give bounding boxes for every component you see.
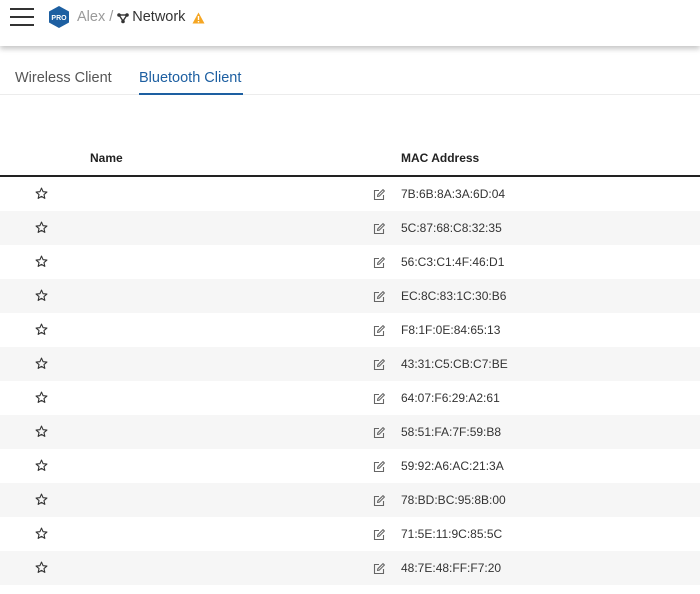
table-row[interactable]: 48:7E:48:FF:F7:20 [0, 551, 700, 585]
table-row[interactable]: 43:31:C5:CB:C7:BE [0, 347, 700, 381]
mac-address: 43:31:C5:CB:C7:BE [401, 357, 508, 371]
column-header-name[interactable]: Name [90, 151, 123, 165]
mac-address: 7B:6B:8A:3A:6D:04 [401, 187, 506, 201]
breadcrumb-current: Network [132, 9, 186, 25]
star-icon[interactable] [35, 561, 48, 574]
table-row[interactable]: 78:BD:BC:95:8B:00 [0, 483, 700, 517]
edit-icon[interactable] [373, 324, 385, 337]
star-icon[interactable] [35, 391, 48, 404]
mac-address: 5C:87:68:C8:32:35 [401, 221, 502, 235]
tab-bluetooth-client[interactable]: Bluetooth Client [139, 69, 241, 87]
mac-address: 64:07:F6:29:A2:61 [401, 391, 500, 405]
star-icon[interactable] [35, 255, 48, 268]
edit-icon[interactable] [373, 256, 385, 269]
star-icon[interactable] [35, 459, 48, 472]
mac-address: 78:BD:BC:95:8B:00 [401, 493, 506, 507]
edit-icon[interactable] [373, 562, 385, 575]
mac-address: EC:8C:83:1C:30:B6 [401, 289, 507, 303]
mac-address: 58:51:FA:7F:59:B8 [401, 425, 502, 439]
app-header: PRO Alex / Network [0, 0, 700, 46]
mac-address: 71:5E:11:9C:85:5C [401, 527, 503, 541]
breadcrumb-separator: / [109, 9, 114, 25]
star-icon[interactable] [35, 493, 48, 506]
column-header-mac-address[interactable]: MAC Address [401, 151, 479, 165]
edit-icon[interactable] [373, 460, 385, 473]
edit-icon[interactable] [373, 358, 385, 371]
table-row[interactable]: 71:5E:11:9C:85:5C [0, 517, 700, 551]
edit-icon[interactable] [373, 392, 385, 405]
table-header: Name MAC Address [0, 140, 700, 177]
star-icon[interactable] [35, 425, 48, 438]
mac-address: 56:C3:C1:4F:46:D1 [401, 255, 505, 269]
pro-badge-icon: PRO [48, 5, 70, 29]
table-row[interactable]: F8:1F:0E:84:65:13 [0, 313, 700, 347]
svg-text:PRO: PRO [51, 15, 67, 22]
warning-icon[interactable] [192, 11, 205, 24]
table-row[interactable]: 64:07:F6:29:A2:61 [0, 381, 700, 415]
star-icon[interactable] [35, 357, 48, 370]
mac-address: 48:7E:48:FF:F7:20 [401, 561, 502, 575]
star-icon[interactable] [35, 221, 48, 234]
breadcrumb-parent[interactable]: Alex [77, 8, 105, 26]
menu-icon-bar [10, 8, 34, 10]
breadcrumb: Alex / Network [77, 8, 205, 26]
tab-bar: Wireless Client Bluetooth Client [0, 46, 700, 95]
edit-icon[interactable] [373, 528, 385, 541]
menu-icon-bar [10, 16, 34, 18]
menu-icon[interactable] [10, 7, 34, 27]
star-icon[interactable] [35, 323, 48, 336]
table-row[interactable]: 7B:6B:8A:3A:6D:04 [0, 177, 700, 211]
star-icon[interactable] [35, 527, 48, 540]
tab-wireless-client[interactable]: Wireless Client [15, 69, 112, 87]
table-row[interactable]: 56:C3:C1:4F:46:D1 [0, 245, 700, 279]
edit-icon[interactable] [373, 290, 385, 303]
edit-icon[interactable] [373, 188, 385, 201]
edit-icon[interactable] [373, 222, 385, 235]
active-tab-indicator [139, 93, 243, 95]
table-row[interactable]: 5C:87:68:C8:32:35 [0, 211, 700, 245]
edit-icon[interactable] [373, 494, 385, 507]
edit-icon[interactable] [373, 426, 385, 439]
star-icon[interactable] [35, 289, 48, 302]
table-row[interactable]: 58:51:FA:7F:59:B8 [0, 415, 700, 449]
table-row[interactable]: EC:8C:83:1C:30:B6 [0, 279, 700, 313]
star-icon[interactable] [35, 187, 48, 200]
mac-address: 59:92:A6:AC:21:3A [401, 459, 504, 473]
menu-icon-bar [10, 24, 34, 26]
client-table-body: 7B:6B:8A:3A:6D:04 5C:87:68:C8:32:35 56:C3:… [0, 177, 700, 585]
table-row[interactable]: 59:92:A6:AC:21:3A [0, 449, 700, 483]
network-topology-icon [117, 11, 130, 24]
mac-address: F8:1F:0E:84:65:13 [401, 323, 501, 337]
